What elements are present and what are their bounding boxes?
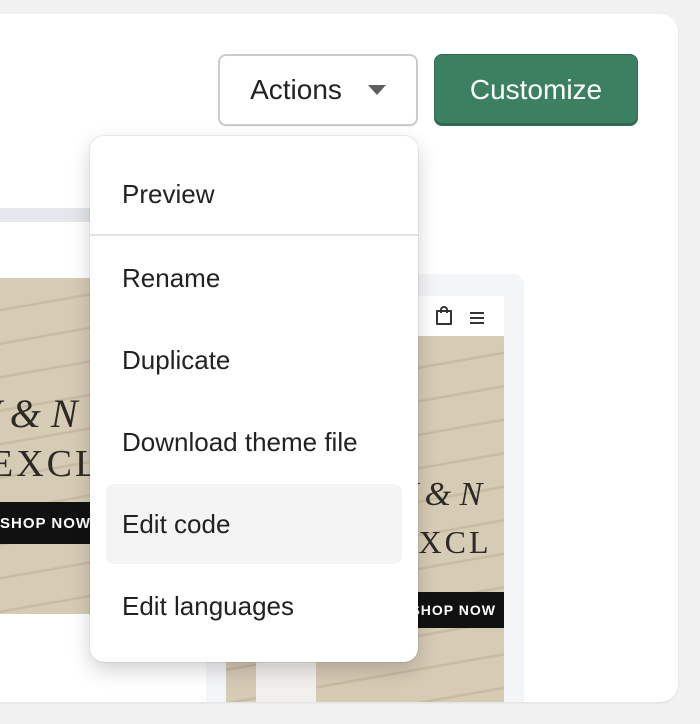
caret-down-icon bbox=[367, 85, 386, 95]
actions-dropdown-menu: Preview Rename Duplicate Download theme … bbox=[90, 136, 418, 662]
hamburger-menu-icon bbox=[470, 312, 484, 324]
actions-button[interactable]: Actions bbox=[218, 54, 418, 126]
menu-item-label: Duplicate bbox=[122, 344, 231, 375]
customize-button[interactable]: Customize bbox=[434, 54, 638, 126]
menu-item-label: Edit languages bbox=[122, 590, 295, 621]
menu-item-label: Rename bbox=[122, 262, 221, 293]
menu-item-edit-code[interactable]: Edit code bbox=[106, 484, 402, 564]
menu-item-label: Download theme file bbox=[122, 426, 358, 457]
menu-item-label: Preview bbox=[122, 178, 215, 209]
actions-button-label: Actions bbox=[250, 74, 342, 105]
menu-item-download-theme-file[interactable]: Download theme file bbox=[106, 402, 402, 482]
menu-divider bbox=[90, 234, 418, 236]
menu-item-duplicate[interactable]: Duplicate bbox=[106, 320, 402, 400]
customize-button-label: Customize bbox=[469, 74, 603, 105]
menu-item-preview[interactable]: Preview bbox=[106, 154, 402, 234]
shopping-bag-icon bbox=[436, 306, 452, 325]
menu-item-rename[interactable]: Rename bbox=[106, 238, 402, 318]
menu-item-edit-languages[interactable]: Edit languages bbox=[106, 566, 402, 646]
menu-item-label: Edit code bbox=[122, 508, 231, 539]
hero-script-text: V & N bbox=[0, 391, 78, 436]
